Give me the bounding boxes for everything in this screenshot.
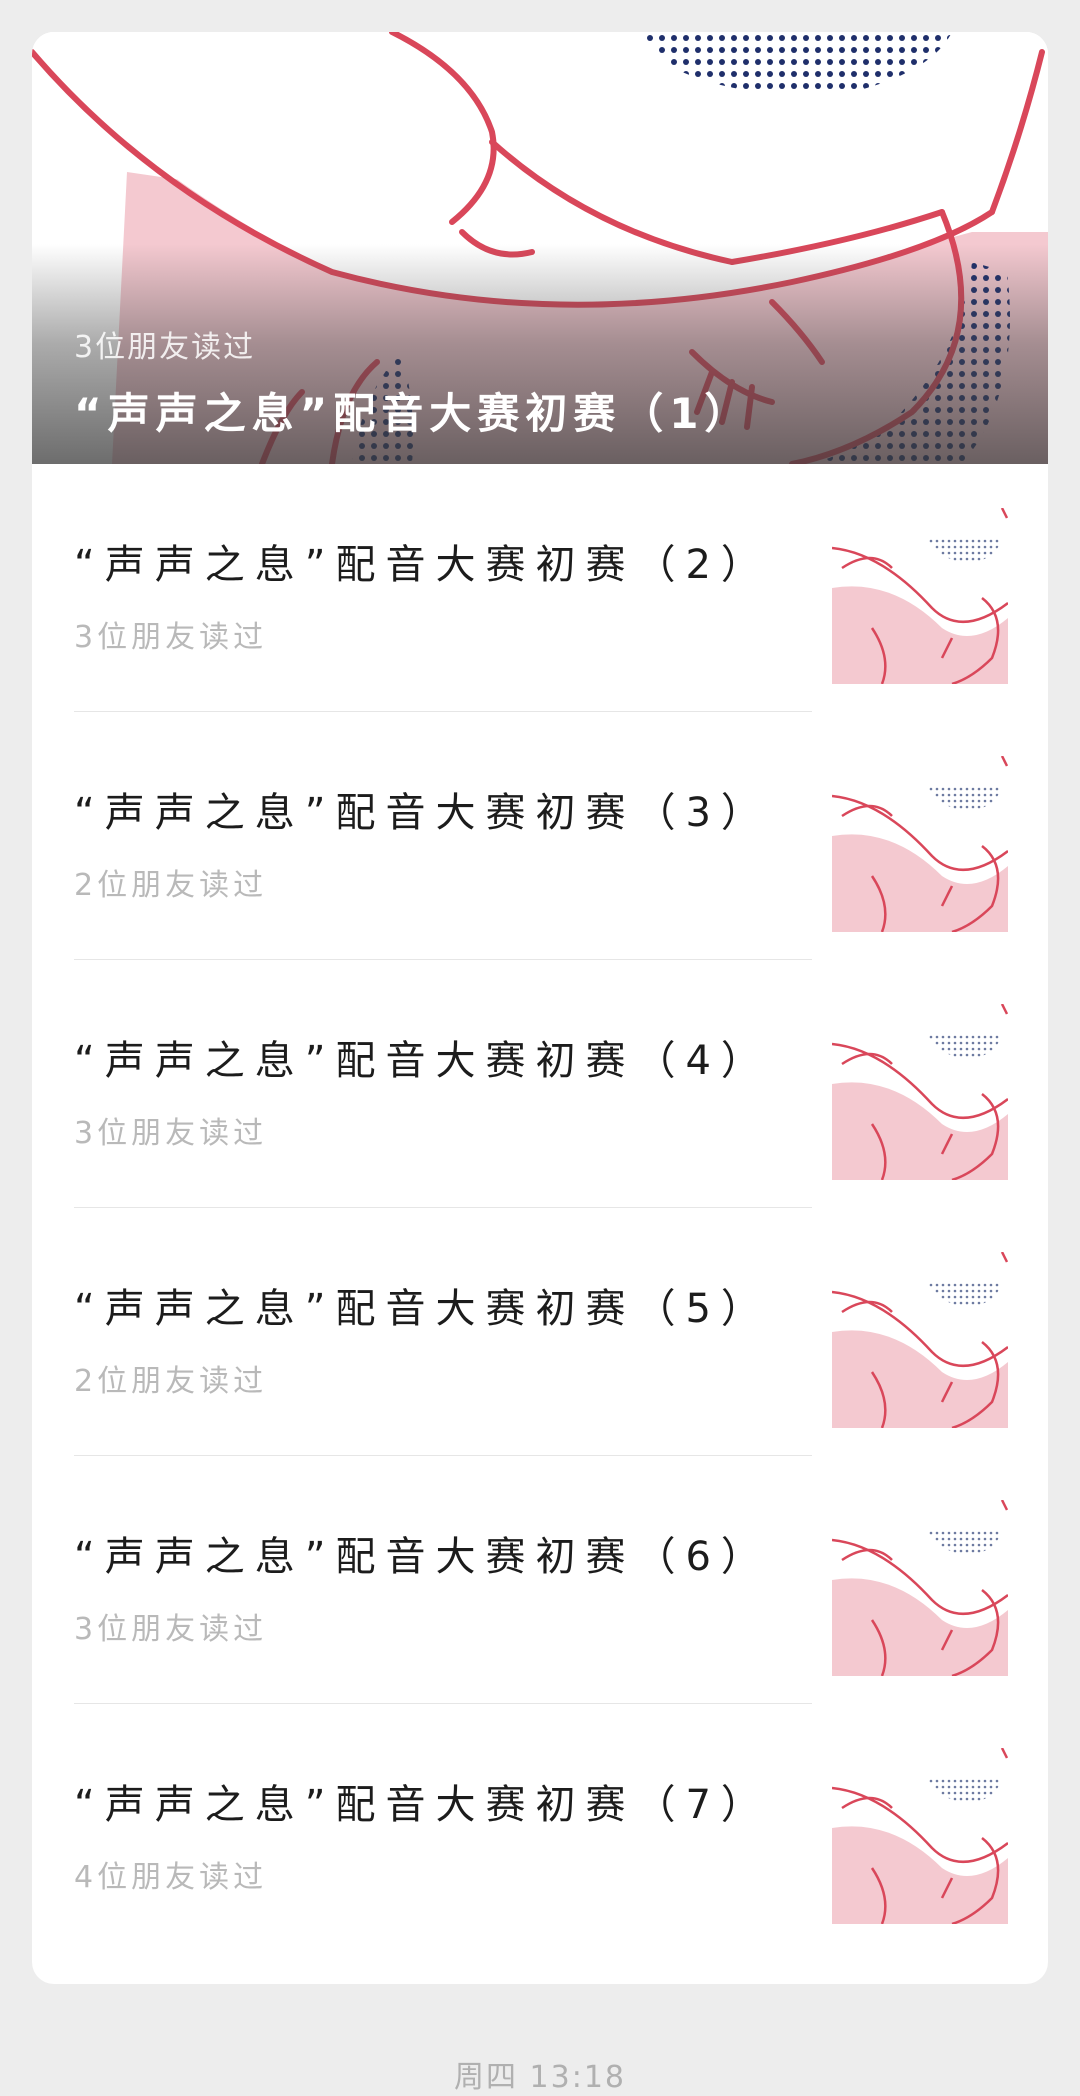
footer-timestamp: 周四 13:18 xyxy=(454,2060,626,2095)
item-title: “声声之息”配音大赛初赛（7） xyxy=(74,1782,771,1828)
item-readers: 2位朋友读过 xyxy=(74,868,268,903)
item-thumbnail xyxy=(832,1004,1008,1180)
item-thumbnail xyxy=(832,756,1008,932)
item-readers: 3位朋友读过 xyxy=(74,1116,268,1151)
item-readers: 4位朋友读过 xyxy=(74,1860,268,1895)
article-card: 3位朋友读过 “声声之息”配音大赛初赛（1） “声声之息”配音大赛初赛（2） 3… xyxy=(32,32,1048,1984)
list-item[interactable]: “声声之息”配音大赛初赛（4） 3位朋友读过 xyxy=(32,960,1048,1208)
list-item[interactable]: “声声之息”配音大赛初赛（6） 3位朋友读过 xyxy=(32,1456,1048,1704)
item-title: “声声之息”配音大赛初赛（6） xyxy=(74,1534,771,1580)
hero-readers-count: 3位朋友读过 xyxy=(74,330,256,365)
item-title: “声声之息”配音大赛初赛（5） xyxy=(74,1286,771,1332)
item-readers: 3位朋友读过 xyxy=(74,1612,268,1647)
item-thumbnail xyxy=(832,508,1008,684)
hero-article[interactable]: 3位朋友读过 “声声之息”配音大赛初赛（1） xyxy=(32,32,1048,464)
item-thumbnail xyxy=(832,1748,1008,1924)
item-title: “声声之息”配音大赛初赛（4） xyxy=(74,1038,771,1084)
list-item[interactable]: “声声之息”配音大赛初赛（2） 3位朋友读过 xyxy=(32,464,1048,712)
item-title: “声声之息”配音大赛初赛（3） xyxy=(74,790,771,836)
list-item[interactable]: “声声之息”配音大赛初赛（7） 4位朋友读过 xyxy=(32,1704,1048,1952)
list-item[interactable]: “声声之息”配音大赛初赛（5） 2位朋友读过 xyxy=(32,1208,1048,1456)
item-thumbnail xyxy=(832,1252,1008,1428)
item-title: “声声之息”配音大赛初赛（2） xyxy=(74,542,771,588)
item-thumbnail xyxy=(832,1500,1008,1676)
item-readers: 3位朋友读过 xyxy=(74,620,268,655)
item-readers: 2位朋友读过 xyxy=(74,1364,268,1399)
list-item[interactable]: “声声之息”配音大赛初赛（3） 2位朋友读过 xyxy=(32,712,1048,960)
hero-title: “声声之息”配音大赛初赛（1） xyxy=(74,389,753,438)
article-list: “声声之息”配音大赛初赛（2） 3位朋友读过 “声声之息”配音大赛初赛（3） 2… xyxy=(32,464,1048,1952)
